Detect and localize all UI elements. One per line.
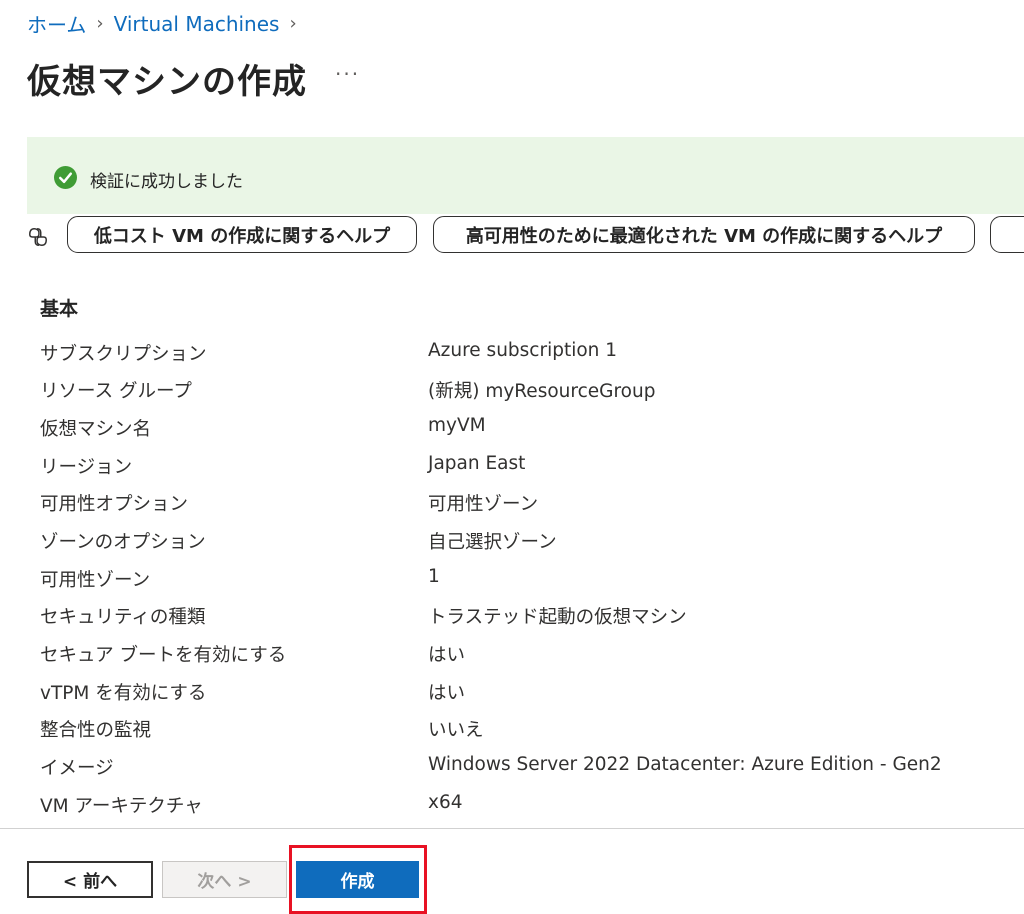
summary-label: 可用性ゾーン <box>40 570 151 591</box>
summary-value: はい <box>428 645 466 666</box>
summary-label: ゾーンのオプション <box>40 532 206 553</box>
summary-value: はい <box>428 683 466 704</box>
validation-banner: 検証に成功しました <box>27 137 1024 214</box>
success-check-icon <box>54 166 77 189</box>
previous-button[interactable]: < 前へ <box>27 861 153 898</box>
highlight-annotation <box>289 845 427 914</box>
summary-label: リージョン <box>40 457 133 478</box>
summary-label: vTPM を有効にする <box>40 683 207 704</box>
validation-message: 検証に成功しました <box>90 172 243 192</box>
breadcrumb-chevron-icon: › <box>96 13 104 34</box>
summary-value: Windows Server 2022 Datacenter: Azure Ed… <box>428 754 942 775</box>
summary-value: x64 <box>428 792 463 813</box>
summary-label: イメージ <box>40 758 114 779</box>
help-pill-high-availability[interactable]: 高可用性のために最適化された VM の作成に関するヘルプ <box>433 216 975 253</box>
summary-label: セキュリティの種類 <box>40 607 206 628</box>
next-button[interactable]: 次へ > <box>162 861 287 898</box>
summary-label: リソース グループ <box>40 381 192 402</box>
summary-value: 1 <box>428 566 440 587</box>
more-options-icon[interactable]: ··· <box>335 62 360 86</box>
copilot-icon <box>29 228 47 246</box>
summary-label: 可用性オプション <box>40 494 189 515</box>
summary-label: VM アーキテクチャ <box>40 796 203 817</box>
help-pill-low-cost[interactable]: 低コスト VM の作成に関するヘルプ <box>67 216 417 253</box>
breadcrumb-home-link[interactable]: ホーム <box>27 9 86 38</box>
summary-value: 自己選択ゾーン <box>428 532 557 553</box>
summary-label: 仮想マシン名 <box>40 419 152 440</box>
breadcrumb-chevron-icon: › <box>289 13 297 34</box>
section-title-basics: 基本 <box>40 298 79 320</box>
page-title: 仮想マシンの作成 <box>27 62 307 102</box>
summary-value: myVM <box>428 415 486 436</box>
footer-divider <box>0 828 1024 829</box>
summary-label: セキュア ブートを有効にする <box>40 645 287 666</box>
summary-value: トラステッド起動の仮想マシン <box>428 607 687 628</box>
breadcrumb-vms-link[interactable]: Virtual Machines <box>114 12 280 36</box>
breadcrumb: ホーム › Virtual Machines › <box>27 9 307 38</box>
summary-value: いいえ <box>428 720 484 741</box>
summary-label: 整合性の監視 <box>40 720 152 741</box>
summary-label: サブスクリプション <box>40 344 207 365</box>
help-pill-more[interactable] <box>990 216 1024 253</box>
summary-value: (新規) myResourceGroup <box>428 381 656 402</box>
summary-value: Azure subscription 1 <box>428 340 618 361</box>
summary-value: Japan East <box>428 453 526 474</box>
summary-value: 可用性ゾーン <box>428 494 539 515</box>
